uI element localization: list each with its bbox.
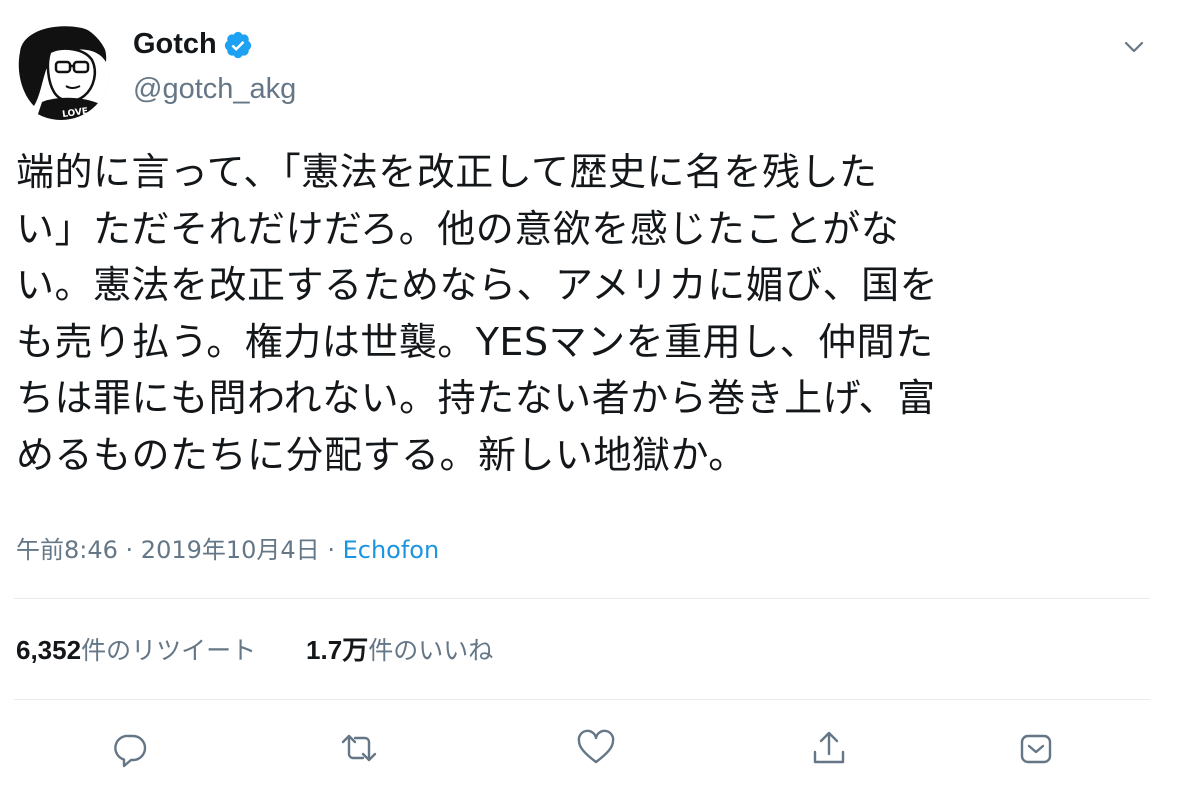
meta-separator: · [117, 536, 141, 564]
like-count: 1.7万 [306, 635, 369, 665]
divider [14, 598, 1150, 599]
chevron-down-icon[interactable] [1121, 34, 1147, 60]
tweet-text-line: い。憲法を改正するためなら、アメリカに媚び、国を [16, 263, 939, 307]
retweet-icon[interactable] [339, 728, 379, 768]
tweet-text-line: も売り払う。権力は世襲。YESマンを重用し、仲間た [16, 319, 934, 364]
retweet-count: 6,352 [16, 635, 82, 665]
avatar-illustration: LOVE [12, 22, 110, 120]
tweet-actions [0, 728, 1180, 768]
tweet-source-link[interactable]: Echofon [343, 536, 440, 564]
like-stat[interactable]: 1.7万件のいいね [306, 635, 494, 665]
verified-badge-icon [223, 30, 253, 60]
tweet-stats: 6,352件のリツイート 1.7万件のいいね [16, 630, 535, 667]
avatar[interactable]: LOVE [12, 22, 110, 120]
bookmark-icon[interactable] [1016, 728, 1056, 768]
tweet-text: 端的に言って、「憲法を改正して歴史に名を残した い」ただそれだけだろ。他の意欲を… [16, 144, 1126, 483]
tweet-text-line: い」ただそれだけだろ。他の意欲を感じたことがな [16, 206, 900, 251]
like-label: 件のいいね [368, 636, 494, 665]
tweet-text-line: ちは罪にも問われない。持たない者から巻き上げ、富 [16, 376, 936, 420]
tweet-meta: 午前8:46 · 2019年10月4日 · Echofon [16, 530, 439, 565]
retweet-stat[interactable]: 6,352件のリツイート [16, 635, 257, 665]
reply-icon[interactable] [110, 728, 150, 768]
divider [14, 699, 1150, 700]
tweet-date[interactable]: 2019年10月4日 [141, 536, 320, 564]
display-name[interactable]: Gotch [133, 28, 217, 61]
retweet-label: 件のリツイート [81, 636, 257, 665]
tweet-time[interactable]: 午前8:46 [16, 536, 118, 564]
tweet-text-line: めるものたちに分配する。新しい地獄か。 [16, 432, 747, 477]
author-handle[interactable]: @gotch_akg [133, 73, 296, 106]
heart-icon[interactable] [576, 728, 616, 768]
tweet-text-line: 端的に言って、「憲法を改正して歴史に名を残した [16, 150, 878, 194]
tweet-card: LOVE Gotch @gotch_akg 端的に言って、「憲法を改正して歴史に… [0, 0, 1180, 786]
meta-separator: · [319, 536, 343, 564]
author-name-row[interactable]: Gotch [133, 28, 253, 61]
share-icon[interactable] [809, 728, 849, 768]
